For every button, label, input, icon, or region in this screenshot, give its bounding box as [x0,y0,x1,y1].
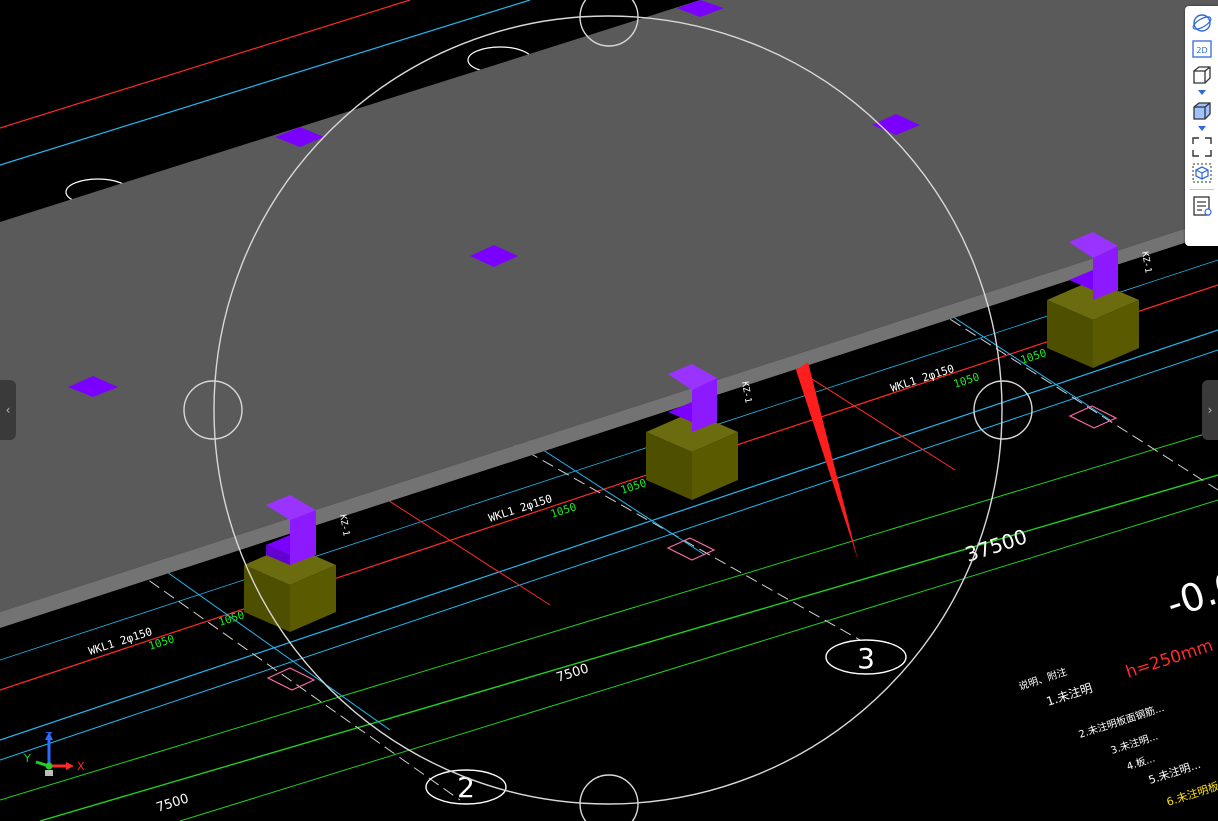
isolate-icon [1192,163,1211,183]
orbit-icon [1192,14,1211,32]
axis-bubble-label-2: 2 [457,771,475,804]
chevron-right-icon: › [1207,403,1213,417]
chevron-left-icon: ‹ [5,403,11,417]
shading-dropdown-caret[interactable] [1189,124,1215,134]
3d-view-button[interactable] [1189,62,1215,88]
left-panel-toggle[interactable]: ‹ [0,380,16,440]
axis-x-label: X [77,760,85,773]
view-toolbar: 2D [1185,6,1218,246]
view-dropdown-caret[interactable] [1189,88,1215,98]
properties-button[interactable] [1189,193,1215,219]
svg-text:2D: 2D [1196,46,1207,55]
isolate-button[interactable] [1189,160,1215,186]
shaded-view-button[interactable] [1189,98,1215,124]
zoom-extents-icon [1191,137,1212,157]
axis-indicator: Z Y X [23,730,85,776]
orbit-button[interactable] [1189,10,1215,36]
right-panel-toggle[interactable]: › [1202,380,1218,440]
3d-box-icon [1192,66,1211,84]
2d-view-icon: 2D [1191,40,1212,58]
axis-y-label: Y [23,752,31,765]
zoom-extents-button[interactable] [1189,134,1215,160]
shaded-box-icon [1192,102,1211,120]
2d-view-button[interactable]: 2D [1189,36,1215,62]
axis-bubble-label-3: 3 [857,642,875,675]
axis-z-label: Z [45,730,53,743]
3d-viewport[interactable]: 2 3 WKL1 2φ150 1050 1050 WKL1 2φ150 1050… [0,0,1218,821]
properties-icon [1192,196,1212,216]
caret-down-icon [1197,126,1206,131]
toolbar-separator [1189,189,1214,190]
caret-down-icon [1197,90,1206,95]
